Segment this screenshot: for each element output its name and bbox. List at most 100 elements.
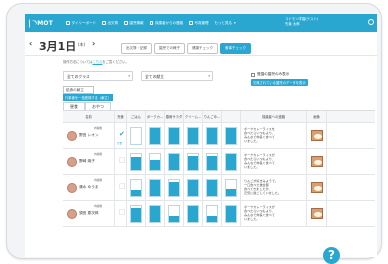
user-menu[interactable]: コドモン学園(テスト) 先輩 太郎: [285, 17, 367, 29]
bulk-register-button[interactable]: 行事食を一括登録する（献立）: [63, 94, 114, 101]
photo-cell[interactable]: [307, 175, 327, 200]
food-meter-cell[interactable]: [165, 175, 184, 200]
food-level-meter[interactable]: [187, 179, 199, 197]
food-level-meter[interactable]: [149, 153, 161, 171]
photo-cell[interactable]: [307, 201, 327, 226]
menu-select[interactable]: 全ての献立: [141, 71, 213, 81]
check-icon[interactable]: □: [119, 208, 126, 216]
food-meter-cell[interactable]: [165, 123, 184, 148]
food-level-meter[interactable]: [130, 153, 142, 171]
food-level-meter[interactable]: [168, 179, 180, 197]
complete-cell[interactable]: □: [115, 175, 127, 200]
photo-cell[interactable]: [307, 123, 327, 148]
food-level-meter[interactable]: [206, 205, 218, 223]
check-icon[interactable]: □: [119, 182, 126, 190]
food-meter-cell[interactable]: [146, 175, 165, 200]
tab-child-status[interactable]: 園児での様子: [154, 43, 185, 54]
complete-cell[interactable]: ✔ 完食: [115, 123, 127, 148]
food-meter-cell[interactable]: [127, 175, 146, 200]
food-level-meter[interactable]: [206, 153, 218, 171]
food-meter-cell[interactable]: [203, 201, 222, 226]
photo-cell[interactable]: [307, 149, 327, 174]
food-meter-cell[interactable]: [184, 123, 203, 148]
nav-parent-messages[interactable]: 保護者からの連絡: [149, 21, 185, 26]
food-level-meter[interactable]: [187, 153, 199, 171]
food-meter-cell[interactable]: [146, 149, 165, 174]
mail-icon: [149, 21, 153, 25]
parent-note-cell[interactable]: ボークカレーライスを 食べたらいつもより、 みんなで仲良く食べて いました。: [241, 123, 307, 148]
present-only-checkbox[interactable]: [251, 73, 255, 77]
food-level-meter[interactable]: [130, 127, 142, 145]
food-level-meter[interactable]: [225, 153, 237, 171]
food-meter-cell[interactable]: [184, 149, 203, 174]
parent-note-text[interactable]: ボークカレーライスを 食べたらいつもより、 みんなで仲良く食べて いました。: [244, 127, 302, 144]
meal-photo-thumbnail[interactable]: [311, 156, 323, 167]
food-meter-cell[interactable]: [184, 201, 203, 226]
food-meter-cell[interactable]: [165, 149, 184, 174]
parent-note-text[interactable]: ボークカレーライスが 食べたらいつもより、 みんなで仲良く食べて いました。: [244, 153, 302, 170]
food-meter-cell[interactable]: [184, 175, 203, 200]
header-food-1: ごはん: [127, 111, 146, 122]
nav-children[interactable]: 園児情報: [123, 21, 145, 26]
food-level-meter[interactable]: [187, 205, 199, 223]
food-meter-cell[interactable]: [146, 201, 165, 226]
tab-meal-check[interactable]: 食事チェック: [220, 43, 251, 54]
food-level-meter[interactable]: [225, 179, 237, 197]
parent-note-cell[interactable]: ボークカレーライスが 食べたらいつもより、 みんなで仲良く食べて いました。: [241, 149, 307, 174]
food-level-meter[interactable]: [206, 179, 218, 197]
help-link[interactable]: こちら: [93, 60, 103, 64]
class-select[interactable]: 全てのクラス: [63, 71, 133, 81]
nav-dashboard[interactable]: ダイリーボード: [65, 21, 97, 26]
food-level-meter[interactable]: [168, 205, 180, 223]
food-meter-cell[interactable]: [127, 123, 146, 148]
gear-icon[interactable]: [368, 19, 374, 25]
food-meter-cell[interactable]: [222, 123, 241, 148]
next-date-button[interactable]: ›: [92, 39, 95, 48]
food-meter-cell[interactable]: [203, 149, 222, 174]
food-meter-cell[interactable]: [165, 201, 184, 226]
nav-attendance[interactable]: 出欠簿: [101, 21, 119, 26]
meal-photo-thumbnail[interactable]: [311, 208, 323, 219]
food-level-meter[interactable]: [206, 127, 218, 145]
food-level-meter[interactable]: [225, 127, 237, 145]
food-meter-cell[interactable]: [222, 201, 241, 226]
food-meter-cell[interactable]: [127, 201, 146, 226]
check-icon[interactable]: □: [119, 156, 126, 164]
chevron-down-icon: ▾: [234, 21, 236, 25]
complete-cell[interactable]: □: [115, 201, 127, 226]
parent-note-text[interactable]: ボークカレーライスが 食べたらいつもより、 みんなで仲良く食べて いました。: [244, 205, 302, 222]
food-level-meter[interactable]: [168, 127, 180, 145]
complete-status: 完食: [117, 142, 123, 145]
food-meter-cell[interactable]: [203, 123, 222, 148]
food-level-meter[interactable]: [168, 153, 180, 171]
nav-more[interactable]: もっと見る ▾: [214, 21, 237, 26]
nav-photos[interactable]: 写真管理: [188, 21, 210, 26]
food-level-meter[interactable]: [130, 205, 142, 223]
app-logo[interactable]: DMOT: [29, 17, 53, 29]
food-level-meter[interactable]: [225, 205, 237, 223]
help-button[interactable]: ?: [323, 247, 340, 264]
meal-photo-thumbnail[interactable]: [311, 182, 323, 193]
previous-date-button[interactable]: ‹: [29, 39, 32, 48]
tab-attendance-record[interactable]: 出欠簿・記録: [121, 43, 152, 54]
food-level-meter[interactable]: [149, 179, 161, 197]
food-level-meter[interactable]: [149, 127, 161, 145]
food-meter-cell[interactable]: [203, 175, 222, 200]
nav-label: もっと見る: [214, 20, 233, 25]
parent-note-cell[interactable]: りんごが好きみようで、 一口食べた後全部 食べてきましたが、 元気に過ごしていま…: [241, 175, 307, 200]
meal-photo-thumbnail[interactable]: [311, 130, 323, 141]
parent-note-text[interactable]: りんごが好きみようで、 一口食べた後全部 食べてきましたが、 元気に過ごしていま…: [244, 179, 302, 196]
tab-health-check[interactable]: 健康チェック: [187, 43, 218, 54]
food-meter-cell[interactable]: [127, 149, 146, 174]
food-level-meter[interactable]: [187, 127, 199, 145]
food-meter-cell[interactable]: [222, 175, 241, 200]
parent-note-cell[interactable]: ボークカレーライスが 食べたらいつもより、 みんなで仲良く食べて いました。: [241, 201, 307, 226]
show-absent-data-button[interactable]: 欠席されている園児のデータを表示: [251, 79, 308, 86]
food-level-meter[interactable]: [130, 179, 142, 197]
check-icon[interactable]: ✔: [119, 130, 125, 138]
food-meter-cell[interactable]: [222, 149, 241, 174]
complete-cell[interactable]: □: [115, 149, 127, 174]
food-meter-cell[interactable]: [146, 123, 165, 148]
food-level-meter[interactable]: [149, 205, 161, 223]
child-name: 野崎 焼子: [79, 159, 95, 163]
